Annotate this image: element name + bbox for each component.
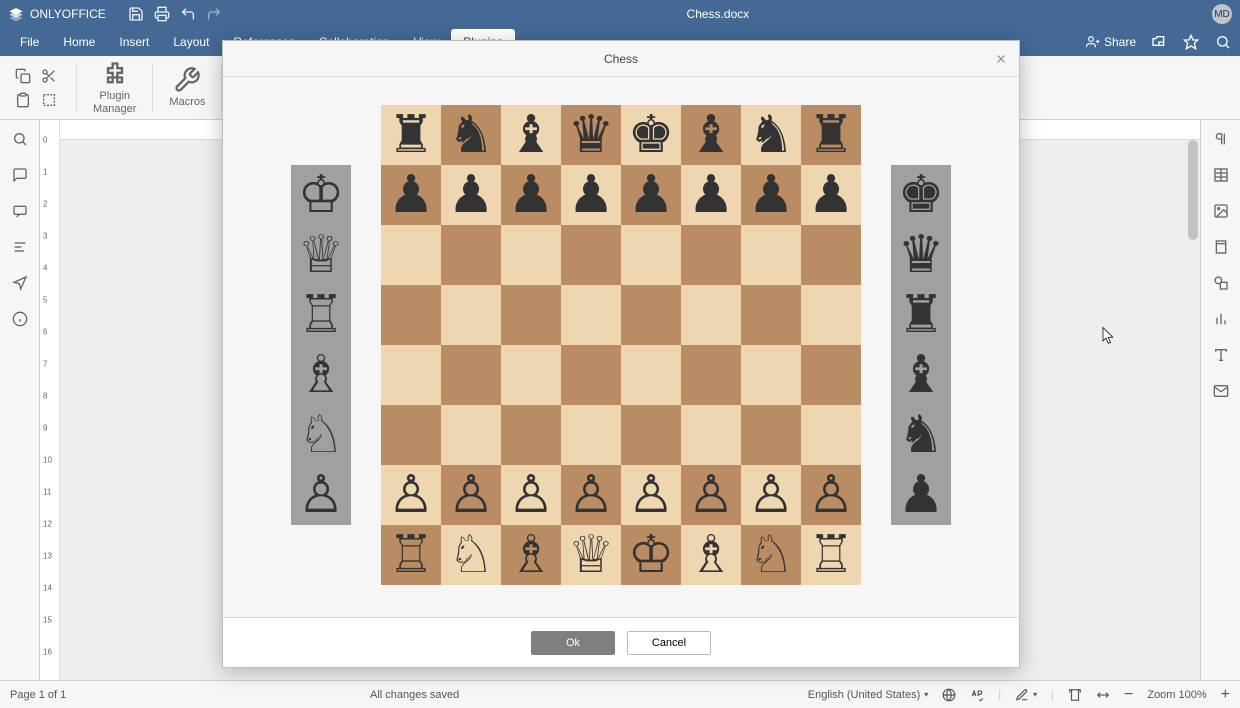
square-5-5[interactable] (681, 405, 741, 465)
captured-piece: ♛ (891, 225, 951, 285)
square-7-2[interactable]: ♗ (501, 525, 561, 585)
square-2-2[interactable] (501, 225, 561, 285)
square-7-1[interactable]: ♘ (441, 525, 501, 585)
square-4-6[interactable] (741, 345, 801, 405)
square-6-3[interactable]: ♙ (561, 465, 621, 525)
square-2-7[interactable] (801, 225, 861, 285)
square-1-1[interactable]: ♟ (441, 165, 501, 225)
square-4-5[interactable] (681, 345, 741, 405)
square-1-0[interactable]: ♟ (381, 165, 441, 225)
modal-overlay: Chess ♔♕♖♗♘♙ ♜♞♝♛♚♝♞♜♟♟♟♟♟♟♟♟♙♙♙♙♙♙♙♙♖♘♗… (0, 0, 1240, 708)
square-2-6[interactable] (741, 225, 801, 285)
square-2-0[interactable] (381, 225, 441, 285)
captured-piece: ♔ (291, 165, 351, 225)
square-6-7[interactable]: ♙ (801, 465, 861, 525)
square-0-6[interactable]: ♞ (741, 105, 801, 165)
square-6-4[interactable]: ♙ (621, 465, 681, 525)
ok-button[interactable]: Ok (531, 631, 615, 655)
dialog-body: ♔♕♖♗♘♙ ♜♞♝♛♚♝♞♜♟♟♟♟♟♟♟♟♙♙♙♙♙♙♙♙♖♘♗♕♔♗♘♖ … (223, 77, 1019, 617)
captured-piece: ♞ (891, 405, 951, 465)
captured-piece: ♚ (891, 165, 951, 225)
square-3-7[interactable] (801, 285, 861, 345)
square-0-2[interactable]: ♝ (501, 105, 561, 165)
square-1-3[interactable]: ♟ (561, 165, 621, 225)
square-6-1[interactable]: ♙ (441, 465, 501, 525)
square-0-3[interactable]: ♛ (561, 105, 621, 165)
square-7-3[interactable]: ♕ (561, 525, 621, 585)
square-1-7[interactable]: ♟ (801, 165, 861, 225)
square-7-7[interactable]: ♖ (801, 525, 861, 585)
captured-piece: ♘ (291, 405, 351, 465)
captured-piece: ♜ (891, 285, 951, 345)
square-0-0[interactable]: ♜ (381, 105, 441, 165)
square-0-1[interactable]: ♞ (441, 105, 501, 165)
square-3-2[interactable] (501, 285, 561, 345)
square-2-4[interactable] (621, 225, 681, 285)
square-7-0[interactable]: ♖ (381, 525, 441, 585)
dialog-footer: Ok Cancel (223, 617, 1019, 667)
cancel-button[interactable]: Cancel (627, 631, 711, 655)
close-icon[interactable] (991, 49, 1011, 69)
square-4-0[interactable] (381, 345, 441, 405)
square-5-1[interactable] (441, 405, 501, 465)
square-6-0[interactable]: ♙ (381, 465, 441, 525)
square-3-0[interactable] (381, 285, 441, 345)
captured-piece: ♗ (291, 345, 351, 405)
square-0-5[interactable]: ♝ (681, 105, 741, 165)
chess-dialog: Chess ♔♕♖♗♘♙ ♜♞♝♛♚♝♞♜♟♟♟♟♟♟♟♟♙♙♙♙♙♙♙♙♖♘♗… (222, 40, 1020, 668)
square-3-1[interactable] (441, 285, 501, 345)
square-5-7[interactable] (801, 405, 861, 465)
square-5-3[interactable] (561, 405, 621, 465)
square-5-0[interactable] (381, 405, 441, 465)
square-5-6[interactable] (741, 405, 801, 465)
square-3-3[interactable] (561, 285, 621, 345)
square-4-3[interactable] (561, 345, 621, 405)
square-1-2[interactable]: ♟ (501, 165, 561, 225)
captured-piece: ♝ (891, 345, 951, 405)
square-4-1[interactable] (441, 345, 501, 405)
square-6-2[interactable]: ♙ (501, 465, 561, 525)
square-7-5[interactable]: ♗ (681, 525, 741, 585)
captured-piece: ♖ (291, 285, 351, 345)
square-5-4[interactable] (621, 405, 681, 465)
square-7-6[interactable]: ♘ (741, 525, 801, 585)
square-3-5[interactable] (681, 285, 741, 345)
captured-right: ♚♛♜♝♞♟ (891, 165, 951, 525)
square-6-5[interactable]: ♙ (681, 465, 741, 525)
square-1-4[interactable]: ♟ (621, 165, 681, 225)
square-1-5[interactable]: ♟ (681, 165, 741, 225)
dialog-title: Chess (604, 52, 638, 66)
captured-piece: ♙ (291, 465, 351, 525)
square-3-6[interactable] (741, 285, 801, 345)
square-4-7[interactable] (801, 345, 861, 405)
square-7-4[interactable]: ♔ (621, 525, 681, 585)
square-4-2[interactable] (501, 345, 561, 405)
square-2-5[interactable] (681, 225, 741, 285)
square-0-4[interactable]: ♚ (621, 105, 681, 165)
square-5-2[interactable] (501, 405, 561, 465)
square-1-6[interactable]: ♟ (741, 165, 801, 225)
dialog-header: Chess (223, 41, 1019, 77)
square-2-1[interactable] (441, 225, 501, 285)
chess-board[interactable]: ♜♞♝♛♚♝♞♜♟♟♟♟♟♟♟♟♙♙♙♙♙♙♙♙♖♘♗♕♔♗♘♖ (381, 105, 861, 585)
square-2-3[interactable] (561, 225, 621, 285)
square-4-4[interactable] (621, 345, 681, 405)
captured-piece: ♟ (891, 465, 951, 525)
captured-piece: ♕ (291, 225, 351, 285)
captured-left: ♔♕♖♗♘♙ (291, 165, 351, 525)
square-0-7[interactable]: ♜ (801, 105, 861, 165)
square-6-6[interactable]: ♙ (741, 465, 801, 525)
square-3-4[interactable] (621, 285, 681, 345)
